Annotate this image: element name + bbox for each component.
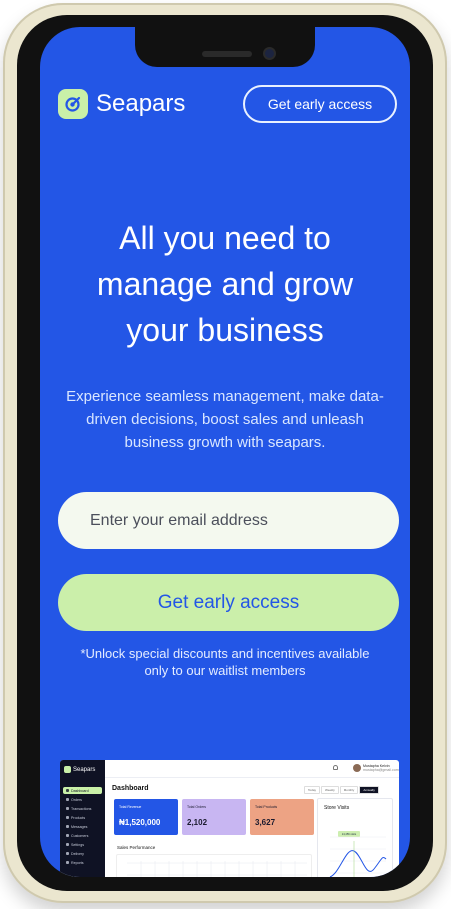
- dashboard-nav-icon: [66, 816, 69, 819]
- hero-title: All you need to manage and grow your bus…: [50, 215, 400, 353]
- brand-name: Seapars: [96, 90, 186, 117]
- phone-notch: [135, 27, 315, 67]
- store-visits-card: Store Visits 14,456 visits: [317, 798, 393, 877]
- stat-card-revenue: Total Revenue ₦1,520,000: [114, 799, 178, 835]
- dashboard-nav-icon: [66, 825, 69, 828]
- stat-value: ₦1,520,000: [119, 818, 161, 827]
- waitlist-note-line: *Unlock special discounts and incentives…: [80, 646, 370, 661]
- dashboard-nav-label: Messages: [71, 824, 88, 829]
- dashboard-period-filters: Today Weekly Monthly Annually: [304, 786, 379, 794]
- sales-performance-chart: [116, 854, 312, 877]
- stat-label: Total Products: [255, 805, 278, 809]
- dashboard-nav-icon: [66, 861, 69, 864]
- store-visits-chart: [329, 836, 387, 877]
- dashboard-nav-label: Delivery: [71, 851, 84, 856]
- dashboard-nav-delivery: Delivery: [63, 850, 102, 857]
- avatar: [353, 764, 361, 772]
- dashboard-sidebar: Seapars Dashboard Orders Transactions Pr…: [60, 760, 105, 877]
- get-early-access-button[interactable]: Get early access: [58, 574, 399, 631]
- dashboard-nav-reports: Reports: [63, 859, 102, 866]
- stat-value: 2,102: [187, 818, 208, 827]
- stat-value: 3,627: [255, 818, 276, 827]
- top-nav: Seapars Get early access: [40, 85, 410, 125]
- email-input[interactable]: [58, 492, 399, 549]
- bell-icon: [333, 765, 338, 770]
- brand-logo-icon: [58, 89, 88, 119]
- dashboard-nav-label: Orders: [71, 797, 82, 802]
- hero-subtitle: Experience seamless management, make dat…: [60, 385, 390, 454]
- dashboard-nav-messages: Messages: [63, 823, 102, 830]
- dashboard-filter: Monthly: [339, 786, 359, 794]
- dashboard-user: Mustapha Kelvin mustapha@gmail.com: [363, 764, 399, 772]
- hero-title-line: All you need to: [119, 220, 331, 256]
- waitlist-note-line: only to our waitlist members: [144, 663, 306, 678]
- dashboard-filter: Annually: [359, 786, 379, 794]
- dashboard-logo-icon: [64, 766, 71, 773]
- hero-subtitle-line: Experience seamless management, make dat…: [66, 388, 384, 405]
- dashboard-nav-icon: [66, 807, 69, 810]
- stat-card-products: Total Products 3,627: [250, 799, 314, 835]
- dashboard-preview: Seapars Dashboard Orders Transactions Pr…: [60, 760, 399, 877]
- dashboard-nav-orders: Orders: [63, 796, 102, 803]
- dashboard-title: Dashboard: [112, 785, 149, 792]
- dashboard-nav-label: Reports: [71, 860, 84, 865]
- dashboard-nav-transactions: Transactions: [63, 805, 102, 812]
- store-visits-title: Store Visits: [324, 805, 350, 811]
- dashboard-filter: Weekly: [321, 786, 339, 794]
- dashboard-nav-customers: Customers: [63, 832, 102, 839]
- dashboard-nav-icon: [66, 834, 69, 837]
- waitlist-note: *Unlock special discounts and incentives…: [60, 645, 390, 679]
- nav-get-early-access-button[interactable]: Get early access: [243, 85, 397, 123]
- dashboard-brand-name: Seapars: [73, 766, 96, 773]
- dashboard-nav-settings: Settings: [63, 841, 102, 848]
- front-camera-icon: [265, 49, 274, 58]
- dashboard-user-email: mustapha@gmail.com: [363, 768, 399, 772]
- dashboard-nav-icon: [66, 852, 69, 855]
- stat-label: Total Revenue: [119, 805, 142, 809]
- phone-screen: Seapars Get early access All you need to…: [40, 27, 410, 877]
- dashboard-nav-label: Products: [71, 815, 86, 820]
- hero-title-line: your business: [126, 312, 324, 348]
- dashboard-nav-icon: [66, 798, 69, 801]
- phone-bezel: Seapars Get early access All you need to…: [17, 15, 433, 891]
- dashboard-nav-dashboard: Dashboard: [63, 787, 102, 794]
- speaker-grille: [202, 51, 252, 57]
- dashboard-nav-label: Dashboard: [71, 788, 89, 793]
- dashboard-nav-icon: [66, 843, 69, 846]
- dashboard-nav-label: Settings: [71, 842, 84, 847]
- hero-title-line: manage and grow: [96, 266, 354, 302]
- hero-subtitle-line: business growth with seapars.: [124, 434, 326, 451]
- dashboard-brand: Seapars: [64, 766, 95, 773]
- hero-subtitle-line: driven decisions, boost sales and unleas…: [86, 411, 364, 428]
- dashboard-nav-icon: [66, 789, 69, 792]
- dashboard-nav-label: Transactions: [71, 806, 92, 811]
- dashboard-nav-label: Customers: [71, 833, 89, 838]
- sales-performance-title: Sales Performance: [117, 845, 156, 850]
- phone-frame: Seapars Get early access All you need to…: [3, 3, 447, 903]
- dashboard-filter: Today: [304, 786, 321, 794]
- stat-card-orders: Total Orders 2,102: [182, 799, 246, 835]
- stat-label: Total Orders: [187, 805, 207, 809]
- dashboard-nav-products: Products: [63, 814, 102, 821]
- dashboard-topbar: Mustapha Kelvin mustapha@gmail.com: [105, 760, 399, 778]
